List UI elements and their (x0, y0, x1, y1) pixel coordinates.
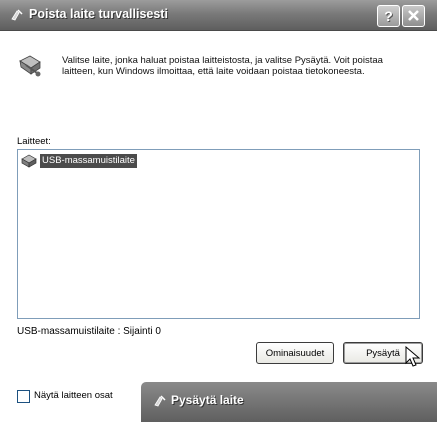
window-title: Poista laite turvallisesti (29, 7, 168, 21)
properties-button[interactable]: Ominaisuudet (256, 342, 334, 364)
devices-label: Laitteet: (17, 136, 51, 147)
show-components-checkbox[interactable] (17, 390, 30, 403)
usb-device-icon (21, 154, 37, 168)
safely-remove-icon (154, 395, 166, 407)
device-list[interactable]: USB-massamuistilaite (17, 149, 420, 319)
safely-remove-icon (11, 9, 23, 21)
mouse-cursor-icon (405, 346, 421, 367)
checkbox-label: Näytä laitteen osat (34, 390, 113, 401)
stop-device-popup: Pysäytä laite (140, 381, 437, 423)
device-status: USB-massamuistilaite : Sijainti 0 (17, 326, 161, 337)
usb-device-icon (19, 55, 41, 77)
close-icon (408, 10, 419, 21)
instruction-text: Valitse laite, jonka haluat poistaa lait… (62, 55, 383, 77)
safely-remove-window: Poista laite turvallisesti ? Valitse lai… (0, 0, 437, 447)
close-button[interactable] (402, 5, 425, 27)
help-button[interactable]: ? (377, 5, 400, 27)
popup-title: Pysäytä laite (171, 393, 244, 407)
device-name: USB-massamuistilaite (40, 154, 137, 168)
title-bar[interactable]: Poista laite turvallisesti ? (0, 0, 437, 31)
